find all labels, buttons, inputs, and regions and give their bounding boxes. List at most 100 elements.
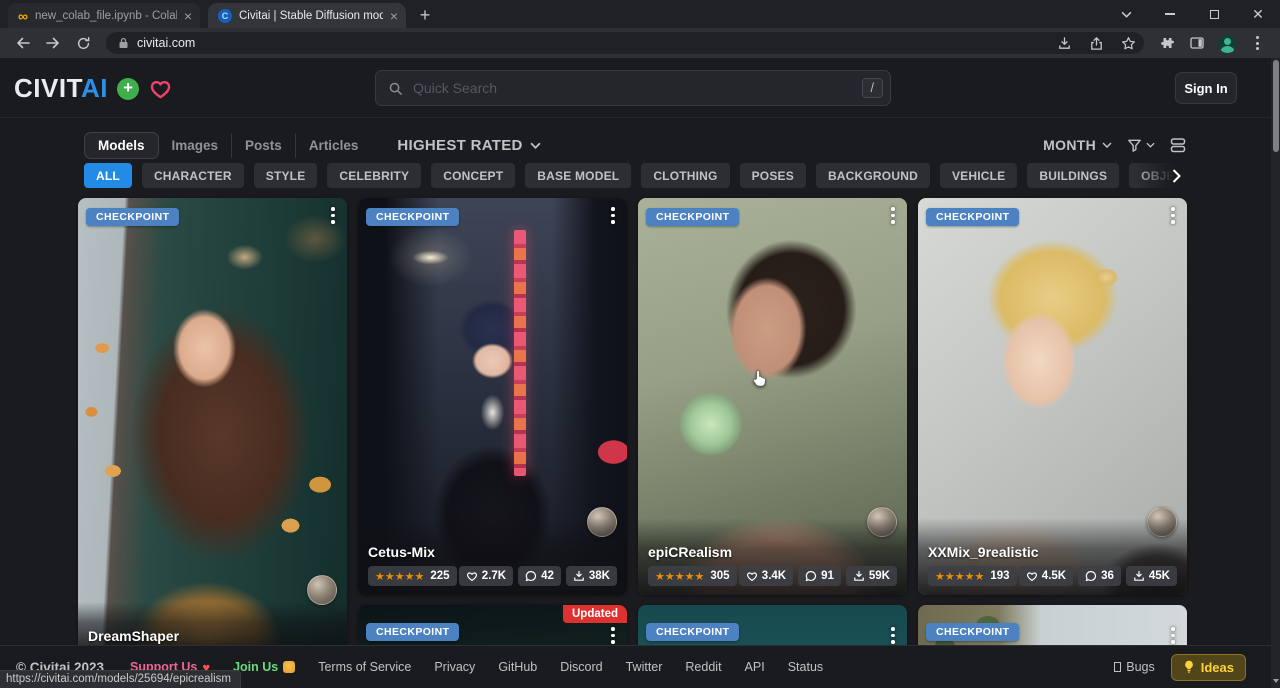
- footer-link-terms[interactable]: Terms of Service: [318, 660, 411, 674]
- category-chip-all[interactable]: ALL: [84, 163, 132, 188]
- search-input[interactable]: [413, 80, 852, 96]
- footer-link-reddit[interactable]: Reddit: [685, 660, 721, 674]
- card-menu-kebab-icon[interactable]: [604, 207, 622, 224]
- tab-models[interactable]: Models: [84, 132, 159, 159]
- likes-count: 3.4K: [762, 570, 786, 582]
- heart-icon: [746, 570, 758, 582]
- ideas-button[interactable]: Ideas: [1171, 654, 1246, 681]
- browser-toolbar: civitai.com: [0, 28, 1280, 58]
- model-card-xxmix-9realistic[interactable]: CHECKPOINT XXMix_9realistic ★★★★★193 4.5…: [918, 198, 1187, 595]
- chevron-down-icon: [1102, 142, 1112, 148]
- tab-search-chevron-icon[interactable]: [1104, 0, 1148, 28]
- category-chip-concept[interactable]: CONCEPT: [431, 163, 515, 188]
- card-footer-overlay: epiCRealism ★★★★★305 3.4K 91: [638, 518, 907, 595]
- sign-in-button[interactable]: Sign In: [1175, 72, 1237, 104]
- browser-menu-kebab-icon[interactable]: [1244, 30, 1270, 56]
- model-title: epiCRealism: [648, 544, 897, 560]
- tab-images[interactable]: Images: [159, 133, 232, 158]
- card-menu-kebab-icon[interactable]: [884, 627, 902, 644]
- creator-avatar[interactable]: [307, 575, 337, 605]
- category-chip-celebrity[interactable]: CELEBRITY: [327, 163, 421, 188]
- checkpoint-badge: CHECKPOINT: [366, 208, 459, 226]
- card-menu-kebab-icon[interactable]: [324, 207, 342, 224]
- content-nav-row: Models Images Posts Articles HIGHEST RAT…: [84, 131, 1187, 159]
- bugs-link[interactable]: Bugs: [1114, 660, 1155, 674]
- footer-link-status[interactable]: Status: [788, 660, 823, 674]
- card-menu-kebab-icon[interactable]: [604, 627, 622, 644]
- quick-search-bar[interactable]: /: [375, 70, 891, 106]
- browser-tab-civitai[interactable]: C Civitai | Stable Diffusion models, ×: [208, 3, 406, 28]
- address-bar[interactable]: civitai.com: [106, 32, 1144, 54]
- download-icon: [1133, 570, 1145, 582]
- comments-count: 36: [1101, 570, 1114, 582]
- scrollbar-down-arrow[interactable]: [1271, 676, 1280, 685]
- model-card-epicrealism[interactable]: CHECKPOINT epiCRealism ★★★★★305 3.4K: [638, 198, 907, 595]
- browser-tab-colab[interactable]: ∞ new_colab_file.ipynb - Colaborat ×: [8, 3, 200, 28]
- category-chip-base-model[interactable]: BASE MODEL: [525, 163, 631, 188]
- downloads-pill: 45K: [1126, 566, 1177, 586]
- category-chip-style[interactable]: STYLE: [254, 163, 318, 188]
- layout-toggle-button[interactable]: [1169, 136, 1187, 154]
- create-plus-button[interactable]: +: [117, 78, 139, 100]
- comments-pill: 91: [798, 566, 841, 586]
- window-controls: ✕: [1104, 0, 1280, 28]
- comments-count: 91: [821, 570, 834, 582]
- card-menu-kebab-icon[interactable]: [1164, 207, 1182, 224]
- side-panel-icon[interactable]: [1184, 30, 1210, 56]
- card-footer-overlay: Cetus-Mix ★★★★★225 2.7K 42: [358, 518, 627, 595]
- chevron-right-icon: [1172, 169, 1181, 183]
- category-chip-buildings[interactable]: BUILDINGS: [1027, 163, 1119, 188]
- comments-count: 42: [541, 570, 554, 582]
- tab-close-icon[interactable]: ×: [184, 9, 192, 23]
- download-page-icon[interactable]: [1052, 32, 1076, 54]
- browser-profile-avatar[interactable]: [1214, 30, 1240, 56]
- card-footer-overlay: XXMix_9realistic ★★★★★193 4.5K 36: [918, 518, 1187, 595]
- tab-articles[interactable]: Articles: [295, 133, 372, 158]
- footer-link-privacy[interactable]: Privacy: [434, 660, 475, 674]
- minimize-button[interactable]: [1148, 0, 1192, 28]
- comment-icon: [525, 570, 537, 582]
- category-chip-background[interactable]: BACKGROUND: [816, 163, 930, 188]
- category-chip-vehicle[interactable]: VEHICLE: [940, 163, 1017, 188]
- footer-link-join-us[interactable]: Join Us: [233, 660, 295, 674]
- footer-link-twitter[interactable]: Twitter: [626, 660, 663, 674]
- tab-posts[interactable]: Posts: [231, 133, 295, 158]
- heart-icon: [1026, 570, 1038, 582]
- checkpoint-badge: CHECKPOINT: [646, 208, 739, 226]
- filter-button[interactable]: [1126, 137, 1155, 154]
- footer-link-discord[interactable]: Discord: [560, 660, 602, 674]
- sort-dropdown[interactable]: HIGHEST RATED: [397, 137, 540, 154]
- card-menu-kebab-icon[interactable]: [884, 207, 902, 224]
- page-scrollbar[interactable]: [1271, 58, 1280, 688]
- comment-icon: [1085, 570, 1097, 582]
- civitai-logo[interactable]: CIVITAI +: [14, 73, 173, 104]
- checkpoint-badge: CHECKPOINT: [646, 623, 739, 641]
- link-preview-statusbar: https://civitai.com/models/25694/epicrea…: [0, 670, 241, 688]
- extensions-puzzle-icon[interactable]: [1154, 30, 1180, 56]
- category-chip-character[interactable]: CHARACTER: [142, 163, 244, 188]
- bookmark-star-icon[interactable]: [1116, 32, 1140, 54]
- checkpoint-badge: CHECKPOINT: [926, 208, 1019, 226]
- forward-button[interactable]: [40, 30, 66, 56]
- scrollbar-thumb[interactable]: [1273, 60, 1279, 152]
- card-menu-kebab-icon[interactable]: [1164, 627, 1182, 644]
- category-chip-clothing[interactable]: CLOTHING: [641, 163, 729, 188]
- period-dropdown[interactable]: MONTH: [1043, 137, 1112, 153]
- favorites-heart-icon[interactable]: [148, 77, 173, 100]
- chevron-down-icon: [1146, 142, 1155, 148]
- model-card-cetus-mix[interactable]: CHECKPOINT Cetus-Mix ★★★★★225 2.7K: [358, 198, 627, 595]
- downloads-pill: 59K: [846, 566, 897, 586]
- reload-button[interactable]: [70, 30, 96, 56]
- close-window-button[interactable]: ✕: [1236, 0, 1280, 28]
- category-chip-poses[interactable]: POSES: [740, 163, 806, 188]
- footer-link-api[interactable]: API: [745, 660, 765, 674]
- chip-scroll-right-button[interactable]: [1135, 163, 1187, 188]
- footer-link-github[interactable]: GitHub: [498, 660, 537, 674]
- search-shortcut-key: /: [862, 78, 883, 98]
- back-button[interactable]: [10, 30, 36, 56]
- maximize-button[interactable]: [1192, 0, 1236, 28]
- tab-close-icon[interactable]: ×: [390, 9, 398, 23]
- model-card-dreamshaper[interactable]: CHECKPOINT DreamShaper: [78, 198, 347, 653]
- new-tab-button[interactable]: +: [412, 3, 438, 28]
- share-icon[interactable]: [1084, 32, 1108, 54]
